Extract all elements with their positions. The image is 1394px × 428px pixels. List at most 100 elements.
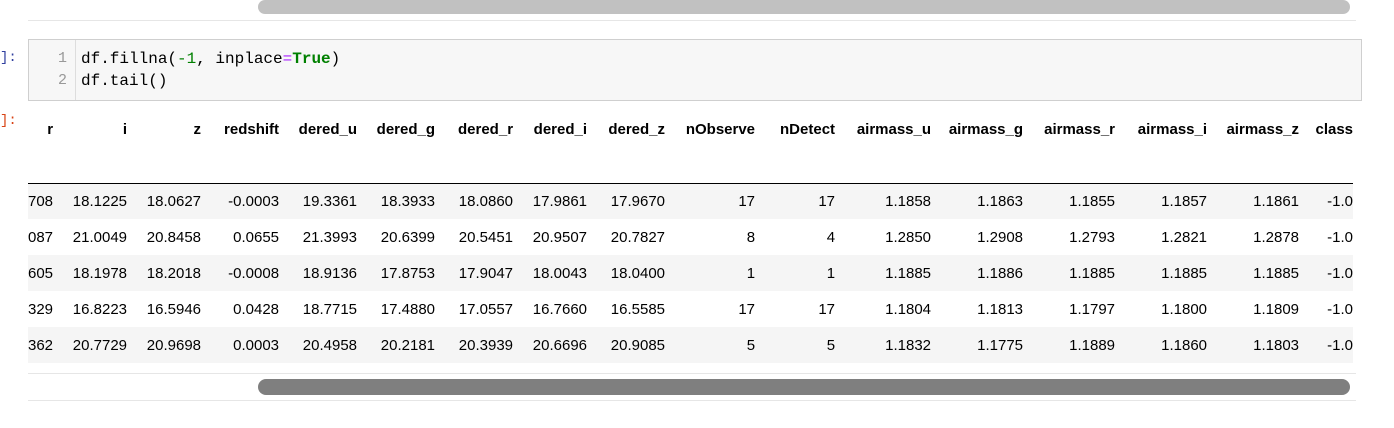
table-cell: 20.9698 xyxy=(127,327,202,363)
column-header: nObserve xyxy=(665,111,756,184)
table-cell: 1.2908 xyxy=(931,219,1024,255)
table-cell: 1.2821 xyxy=(1115,219,1208,255)
column-header: dered_z xyxy=(587,111,666,184)
table-cell: 17.9861 xyxy=(513,183,588,219)
table-cell: 5 xyxy=(665,327,756,363)
table-cell: 18.0043 xyxy=(513,255,588,291)
table-row: 605 18.1978 18.2018 -0.0008 18.9136 17.8… xyxy=(28,255,1354,291)
table-cell: 0.0003 xyxy=(201,327,280,363)
table-cell: 17.4880 xyxy=(357,291,436,327)
table-cell: 21.0049 xyxy=(53,219,128,255)
table-cell: 17.9047 xyxy=(435,255,514,291)
table-cell: 1.1861 xyxy=(1207,183,1300,219)
input-prompt: ]: xyxy=(0,50,17,66)
table-cell: 087 xyxy=(28,219,54,255)
table-cell: 18.3933 xyxy=(357,183,436,219)
table-cell: 708 xyxy=(28,183,54,219)
column-header: airmass_u xyxy=(835,111,932,184)
code-line-1[interactable]: df.fillna(-1, inplace=True) xyxy=(81,50,340,68)
table-cell: 1.1886 xyxy=(931,255,1024,291)
table-cell: 362 xyxy=(28,327,54,363)
table-cell: 17.8753 xyxy=(357,255,436,291)
column-header: class xyxy=(1299,111,1354,184)
table-cell: -1.0 xyxy=(1299,255,1354,291)
table-cell: 1.1858 xyxy=(835,183,932,219)
table-cell: 1.1885 xyxy=(1115,255,1208,291)
table-cell: 18.1978 xyxy=(53,255,128,291)
table-cell: 17 xyxy=(755,291,836,327)
table-cell: 1.1804 xyxy=(835,291,932,327)
table-cell: 605 xyxy=(28,255,54,291)
table-cell: 1 xyxy=(665,255,756,291)
code-line-2[interactable]: df.tail() xyxy=(81,72,167,90)
column-header: z xyxy=(127,111,202,184)
top-scrollbar-thumb[interactable] xyxy=(258,0,1350,14)
table-cell: 16.5946 xyxy=(127,291,202,327)
table-cell: -0.0003 xyxy=(201,183,280,219)
table-cell: 1.1863 xyxy=(931,183,1024,219)
table-cell: 20.8458 xyxy=(127,219,202,255)
table-cell: 16.8223 xyxy=(53,291,128,327)
code-token: df.fillna( xyxy=(81,50,178,68)
table-cell: 18.1225 xyxy=(53,183,128,219)
table-cell: 17 xyxy=(755,183,836,219)
table-cell: 1.1855 xyxy=(1023,183,1116,219)
table-cell: 8 xyxy=(665,219,756,255)
code-token-operator: = xyxy=(282,50,293,68)
table-cell: -1.0 xyxy=(1299,291,1354,327)
table-cell: 16.5585 xyxy=(587,291,666,327)
table-cell: 1.2793 xyxy=(1023,219,1116,255)
table-cell: 17 xyxy=(665,291,756,327)
code-token: ) xyxy=(330,50,341,68)
column-header: dered_i xyxy=(513,111,588,184)
table-cell: 329 xyxy=(28,291,54,327)
table-cell: 1.1803 xyxy=(1207,327,1300,363)
table-cell: 21.3993 xyxy=(279,219,358,255)
table-cell: 1.1809 xyxy=(1207,291,1300,327)
table-cell: 0.0428 xyxy=(201,291,280,327)
table-row: 362 20.7729 20.9698 0.0003 20.4958 20.21… xyxy=(28,327,1354,363)
table-cell: 18.9136 xyxy=(279,255,358,291)
table-header-row: r i z redshift dered_u dered_g dered_r d… xyxy=(28,111,1354,184)
column-header: airmass_r xyxy=(1023,111,1116,184)
table-cell: 1.1797 xyxy=(1023,291,1116,327)
table-cell: 18.0400 xyxy=(587,255,666,291)
output-prompt: ]: xyxy=(0,113,17,129)
table-cell: 1.2850 xyxy=(835,219,932,255)
table-cell: 1.1885 xyxy=(1023,255,1116,291)
code-cell-editor[interactable]: 1 2 df.fillna(-1, inplace=True) df.tail(… xyxy=(28,39,1362,101)
table-cell: 1.1857 xyxy=(1115,183,1208,219)
column-header: dered_u xyxy=(279,111,358,184)
column-header: airmass_g xyxy=(931,111,1024,184)
table-cell: 1 xyxy=(755,255,836,291)
line-number: 1 xyxy=(57,50,67,67)
column-header: nDetect xyxy=(755,111,836,184)
table-row: 087 21.0049 20.8458 0.0655 21.3993 20.63… xyxy=(28,219,1354,255)
bottom-horizontal-scrollbar[interactable] xyxy=(28,373,1356,401)
table-cell: 18.0860 xyxy=(435,183,514,219)
table-cell: 20.7729 xyxy=(53,327,128,363)
table-cell: 4 xyxy=(755,219,836,255)
table-cell: 1.1889 xyxy=(1023,327,1116,363)
table-cell: 17.9670 xyxy=(587,183,666,219)
table-cell: 20.7827 xyxy=(587,219,666,255)
bottom-scrollbar-thumb[interactable] xyxy=(258,379,1350,395)
table-cell: 19.3361 xyxy=(279,183,358,219)
table-cell: 1.1885 xyxy=(1207,255,1300,291)
table-cell: 20.6399 xyxy=(357,219,436,255)
table-cell: 20.9085 xyxy=(587,327,666,363)
line-number-gutter: 1 2 xyxy=(29,40,76,100)
column-header: airmass_z xyxy=(1207,111,1300,184)
table-row: 708 18.1225 18.0627 -0.0003 19.3361 18.3… xyxy=(28,183,1354,219)
table-cell: 18.2018 xyxy=(127,255,202,291)
table-cell: 20.4958 xyxy=(279,327,358,363)
line-number: 2 xyxy=(57,72,67,89)
table-cell: 16.7660 xyxy=(513,291,588,327)
table-cell: 17 xyxy=(665,183,756,219)
table-cell: 20.5451 xyxy=(435,219,514,255)
column-header: dered_g xyxy=(357,111,436,184)
table-cell: 1.2878 xyxy=(1207,219,1300,255)
top-horizontal-scrollbar[interactable] xyxy=(28,0,1356,21)
table-cell: -0.0008 xyxy=(201,255,280,291)
table-cell: 1.1813 xyxy=(931,291,1024,327)
